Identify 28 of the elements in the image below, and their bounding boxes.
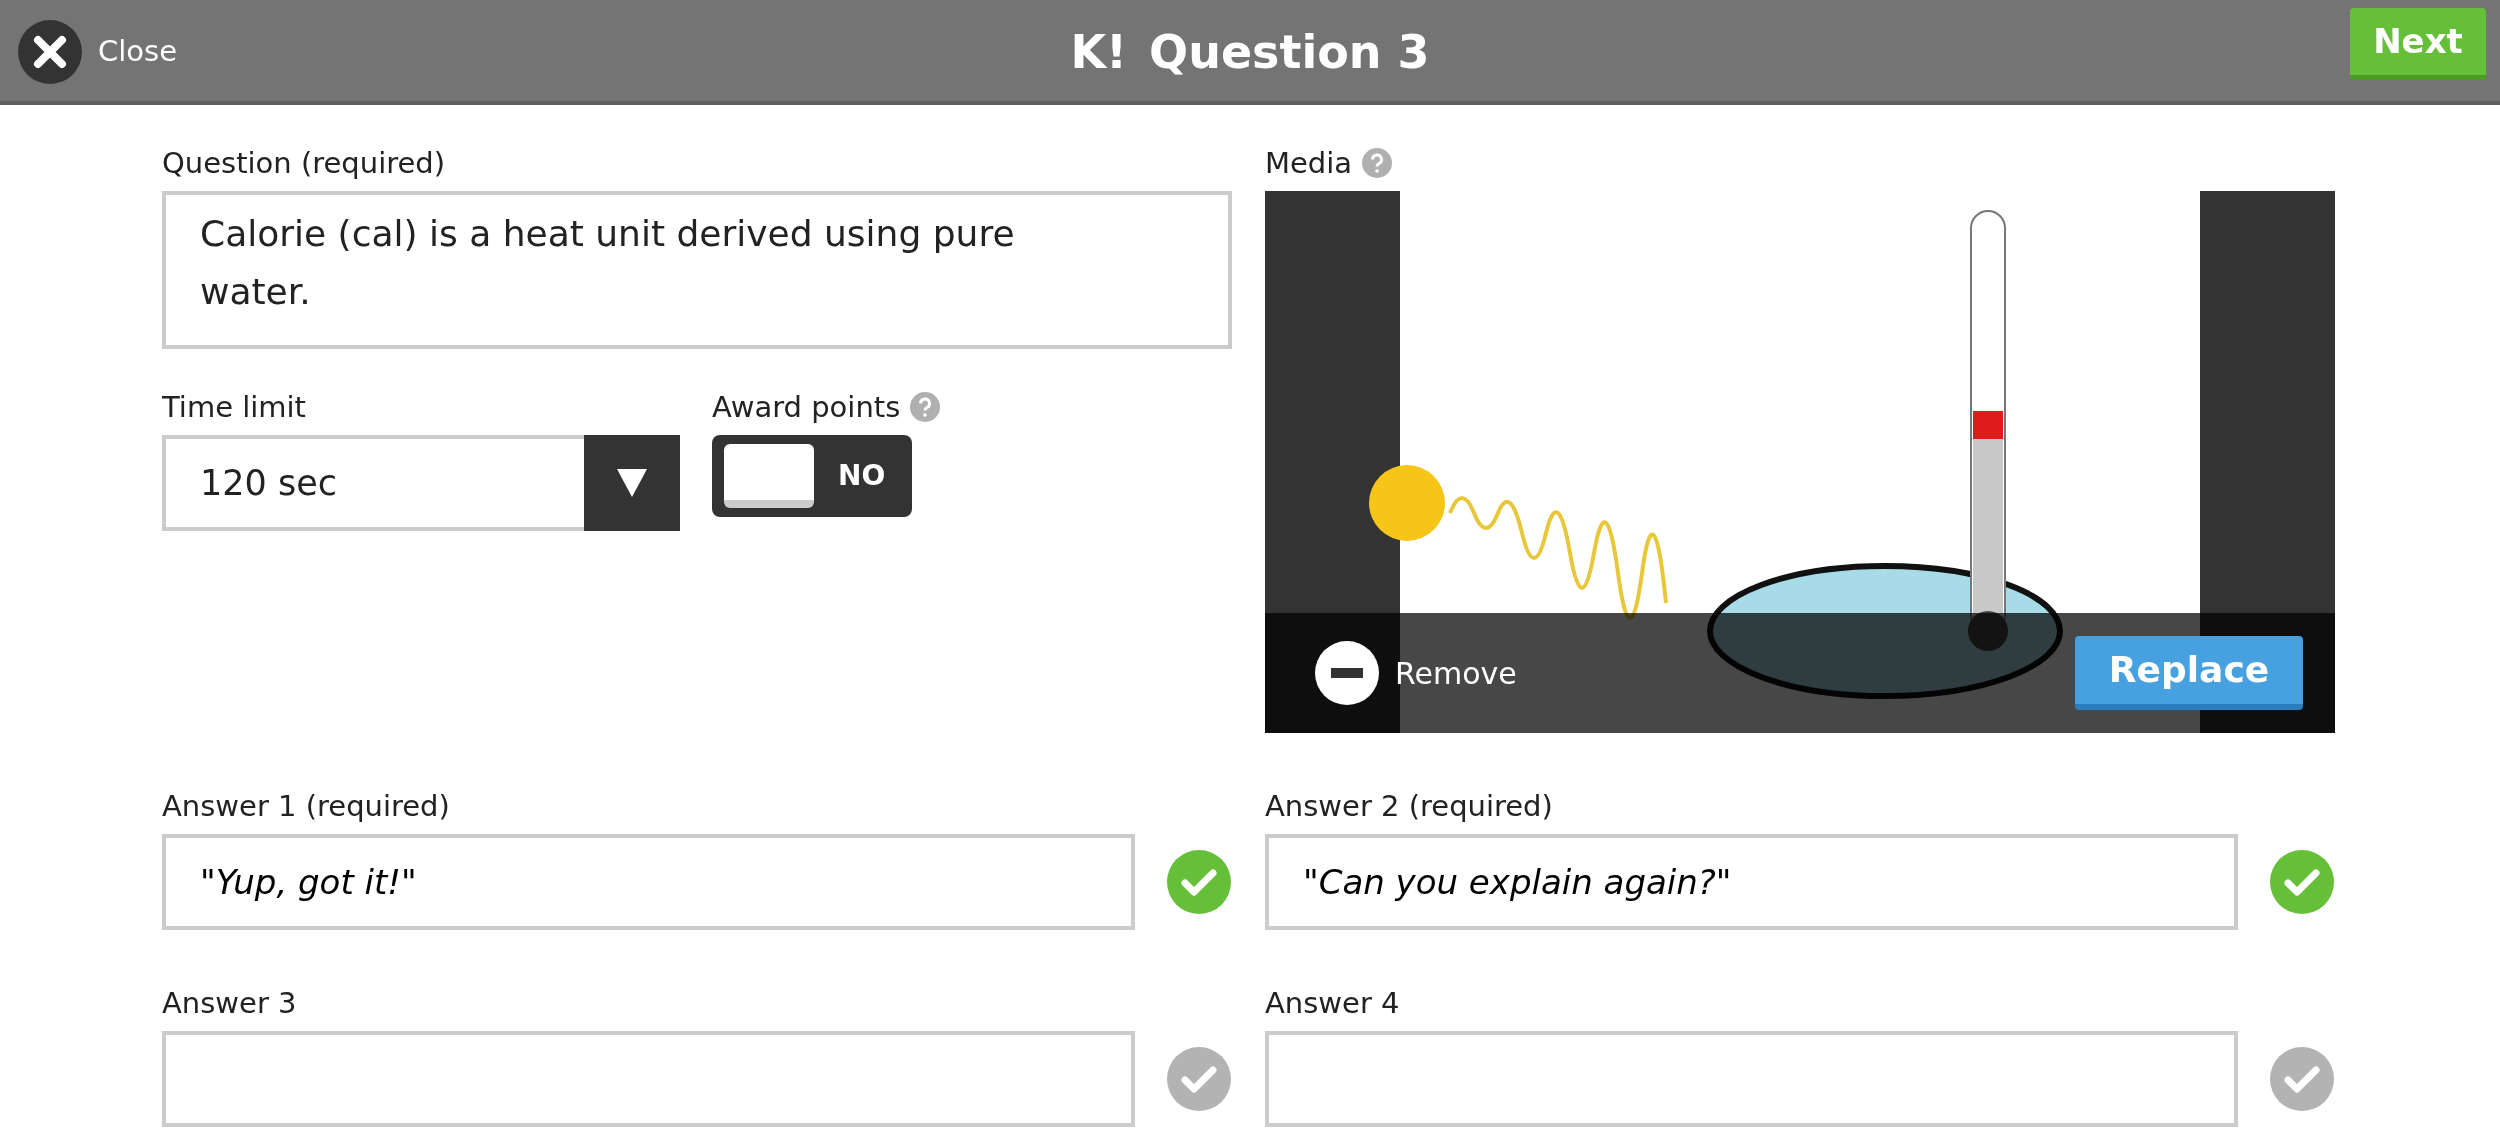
answer-field[interactable] xyxy=(1265,1031,2238,1127)
logo: K! xyxy=(1070,24,1128,81)
close-icon xyxy=(18,20,82,84)
caret-icon xyxy=(617,469,647,497)
field-label: Answer 2 (required) xyxy=(1265,788,1554,824)
help-icon xyxy=(1362,148,1393,178)
check-icon[interactable] xyxy=(1167,1047,1231,1111)
field-label: Answer 4 xyxy=(1265,985,1401,1021)
answer-field[interactable]: "Can you explain again?" xyxy=(1265,834,2238,930)
question-field[interactable]: Calorie (cal) is a heat unit derived using pure water. xyxy=(162,191,1232,349)
minus-icon xyxy=(1315,641,1379,705)
check-icon[interactable] xyxy=(1167,850,1231,914)
remove-button[interactable]: Remove xyxy=(1315,641,1517,705)
award-points-toggle[interactable]: NO xyxy=(712,435,912,517)
check-icon[interactable] xyxy=(2270,850,2334,914)
answer-field[interactable] xyxy=(162,1031,1135,1127)
field-label: Time limit xyxy=(162,389,307,425)
answer-field[interactable]: "Yup, got it!" xyxy=(162,834,1135,930)
field-label: Media xyxy=(1265,145,1353,181)
field-label: Answer 1 (required) xyxy=(162,788,451,824)
help-icon xyxy=(910,392,941,422)
time-limit-dropdown[interactable]: 120 sec xyxy=(162,435,680,531)
field-label: Award points xyxy=(712,389,901,425)
field-label: Answer 3 xyxy=(162,985,298,1021)
check-icon[interactable] xyxy=(2270,1047,2334,1111)
field-label: Question (required) xyxy=(162,145,447,181)
close-button[interactable]: Close xyxy=(18,20,177,84)
page-title: Question 3 xyxy=(1149,24,1430,81)
